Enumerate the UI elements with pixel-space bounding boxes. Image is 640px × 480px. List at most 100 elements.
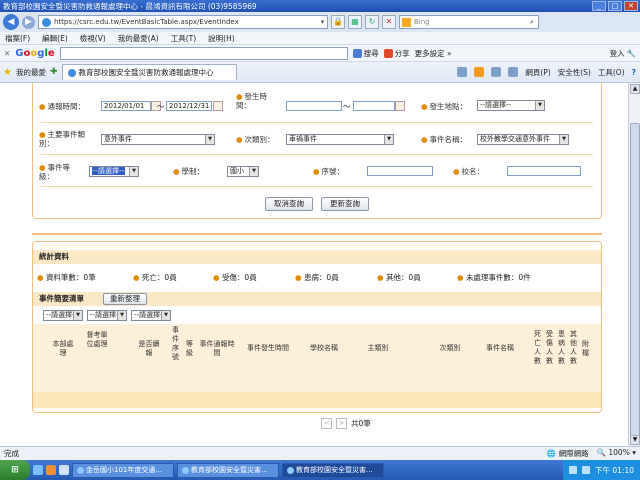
occur-time-from-input[interactable] xyxy=(286,101,342,111)
search-input[interactable]: Bing ⌕ xyxy=(399,15,539,29)
stop-icon[interactable]: ✕ xyxy=(382,15,396,29)
level-select[interactable]: --請選擇-- ▼ xyxy=(89,166,139,177)
quicklaunch-ie-icon[interactable] xyxy=(33,465,43,475)
google-logo: Google xyxy=(15,47,55,59)
school-name-input[interactable] xyxy=(507,166,581,176)
col-main-category[interactable]: 主類別 xyxy=(355,344,401,353)
quicklaunch-firefox-icon[interactable] xyxy=(46,465,56,475)
page-menu[interactable]: 網頁(P) xyxy=(525,67,550,78)
start-button[interactable]: ⊞ xyxy=(0,460,30,480)
splitter-handle[interactable] xyxy=(32,233,602,235)
col-occur-time[interactable]: 事件發生時間 xyxy=(237,344,299,353)
col-other[interactable]: 其他人數 xyxy=(569,330,578,366)
add-favorite-icon[interactable]: ✚ xyxy=(50,67,58,77)
taskbar-item-2[interactable]: 教育部校園安全暨災害... xyxy=(177,462,279,478)
reorder-button[interactable]: 重新整理 xyxy=(103,293,147,305)
stat-other: ● 其他：0員 xyxy=(377,273,421,282)
main-category-select[interactable]: 意外事件 ▼ xyxy=(101,134,215,145)
network-icon[interactable] xyxy=(569,466,577,474)
menu-item-file[interactable]: 檔案(F) xyxy=(5,33,30,44)
volume-icon[interactable] xyxy=(582,466,590,474)
taskbar-item-1[interactable]: 金岳國小101年度交通... xyxy=(72,462,174,478)
zoom-level[interactable]: 🔍 100% ▾ xyxy=(597,448,636,459)
event-name-select[interactable]: 校外教學交通意外事件 ▼ xyxy=(477,134,569,145)
browser-tab[interactable]: 教育部校園安全暨災害防救通報處理中心 xyxy=(61,64,237,80)
report-time-to-input[interactable]: 2012/12/31 xyxy=(166,101,212,111)
close-button[interactable]: ✕ xyxy=(624,1,638,11)
sub-category-select[interactable]: 車禍事件 ▼ xyxy=(286,134,394,145)
filter-select-3[interactable]: --請選擇-- ▼ xyxy=(131,310,171,321)
calendar-icon[interactable] xyxy=(395,101,405,111)
minimize-button[interactable]: _ xyxy=(592,1,606,11)
lock-icon[interactable]: 🔒 xyxy=(331,15,345,29)
col-deaths[interactable]: 死亡人數 xyxy=(533,330,542,366)
calendar-icon[interactable] xyxy=(213,101,223,111)
col-sick[interactable]: 患病人數 xyxy=(557,330,566,366)
login-button[interactable]: 登入 🔧 xyxy=(610,48,640,59)
level-label: ● 事件等級： xyxy=(39,163,71,181)
menu-item-view[interactable]: 檢視(V) xyxy=(80,33,106,44)
update-query-button[interactable]: 更新查詢 xyxy=(321,197,369,211)
star-icon[interactable]: ★ xyxy=(3,67,12,78)
favorites-button[interactable]: 我的最愛 xyxy=(16,67,46,78)
help-icon[interactable]: ? xyxy=(632,68,636,77)
command-bar: 網頁(P) 安全性(S) 工具(O) ? xyxy=(457,67,640,78)
quicklaunch-desktop-icon[interactable] xyxy=(59,465,69,475)
search-icon[interactable]: ⌕ xyxy=(526,18,538,27)
location-select[interactable]: --請選擇-- ▼ xyxy=(477,100,545,111)
col-school-name[interactable]: 學校名稱 xyxy=(301,344,347,353)
tools-menu[interactable]: 工具(O) xyxy=(598,67,625,78)
address-text: https://csrc.edu.tw/EventBasicTable.aspx… xyxy=(54,18,239,26)
col-report-time[interactable]: 事件通報時間 xyxy=(199,340,235,358)
wrench-icon[interactable]: 🔧 xyxy=(627,49,636,58)
chevron-down-icon[interactable]: ▾ xyxy=(318,16,327,28)
col-supervisor-handled[interactable]: 督考單位處理 xyxy=(85,331,109,349)
menu-item-help[interactable]: 說明(H) xyxy=(208,33,235,44)
col-level[interactable]: 等級 xyxy=(185,340,194,358)
vertical-scrollbar[interactable]: ▲ ▼ xyxy=(628,83,640,446)
clock[interactable]: 下午 01:10 xyxy=(595,465,634,476)
report-time-from-input[interactable]: 2012/01/01 xyxy=(101,101,151,111)
scroll-down-button[interactable]: ▼ xyxy=(630,435,640,445)
print-icon[interactable] xyxy=(508,67,519,77)
scroll-up-button[interactable]: ▲ xyxy=(630,84,640,94)
google-search-button[interactable]: 搜尋 xyxy=(352,48,379,59)
back-button[interactable]: ◀ xyxy=(3,14,19,30)
mail-icon[interactable] xyxy=(491,67,502,77)
col-event-serial[interactable]: 事件序號 xyxy=(171,326,180,362)
feeds-icon[interactable] xyxy=(474,67,485,77)
col-sub-category[interactable]: 次類別 xyxy=(427,344,473,353)
address-field[interactable]: https://csrc.edu.tw/EventBasicTable.aspx… xyxy=(38,15,328,29)
menu-item-tools[interactable]: 工具(T) xyxy=(171,33,196,44)
forward-button[interactable]: ▶ xyxy=(22,15,35,29)
divider xyxy=(41,154,593,155)
filter-select-2[interactable]: --請選擇-- ▼ xyxy=(87,310,127,321)
safety-menu[interactable]: 安全性(S) xyxy=(558,67,591,78)
col-injured[interactable]: 受傷人數 xyxy=(545,330,554,366)
compat-view-icon[interactable]: ▦ xyxy=(348,15,362,29)
maximize-button[interactable]: □ xyxy=(608,1,622,11)
col-follow-up[interactable]: 是否續報 xyxy=(137,340,161,358)
scroll-thumb[interactable] xyxy=(630,123,640,443)
menu-item-favorites[interactable]: 我的最愛(A) xyxy=(118,33,159,44)
google-search-input[interactable] xyxy=(59,46,348,60)
occur-time-to-input[interactable] xyxy=(353,101,395,111)
share-button[interactable]: 分享 xyxy=(383,48,410,59)
ie-page-icon xyxy=(42,17,51,27)
tab-title: 教育部校園安全暨災害防救通報處理中心 xyxy=(78,68,214,77)
school-type-select[interactable]: 國小 ▼ xyxy=(227,166,259,177)
cancel-query-button[interactable]: 取消查詢 xyxy=(265,197,313,211)
prev-page-button[interactable]: < xyxy=(321,418,332,429)
more-settings-button[interactable]: 更多設定 » xyxy=(415,48,452,59)
next-page-button[interactable]: > xyxy=(336,418,347,429)
col-ministry-handled[interactable]: 本部處理 xyxy=(51,340,75,358)
close-icon[interactable]: ✕ xyxy=(4,49,10,58)
home-icon[interactable] xyxy=(457,67,468,77)
taskbar-item-3[interactable]: 教育部校園安全暨災害... xyxy=(282,462,384,478)
col-attachment[interactable]: 附檔 xyxy=(581,340,590,358)
serial-input[interactable] xyxy=(367,166,433,176)
menu-item-edit[interactable]: 編輯(E) xyxy=(42,33,68,44)
refresh-icon[interactable]: ↻ xyxy=(365,15,379,29)
col-event-name[interactable]: 事件名稱 xyxy=(477,344,523,353)
filter-select-1[interactable]: --請選擇-- ▼ xyxy=(43,310,83,321)
